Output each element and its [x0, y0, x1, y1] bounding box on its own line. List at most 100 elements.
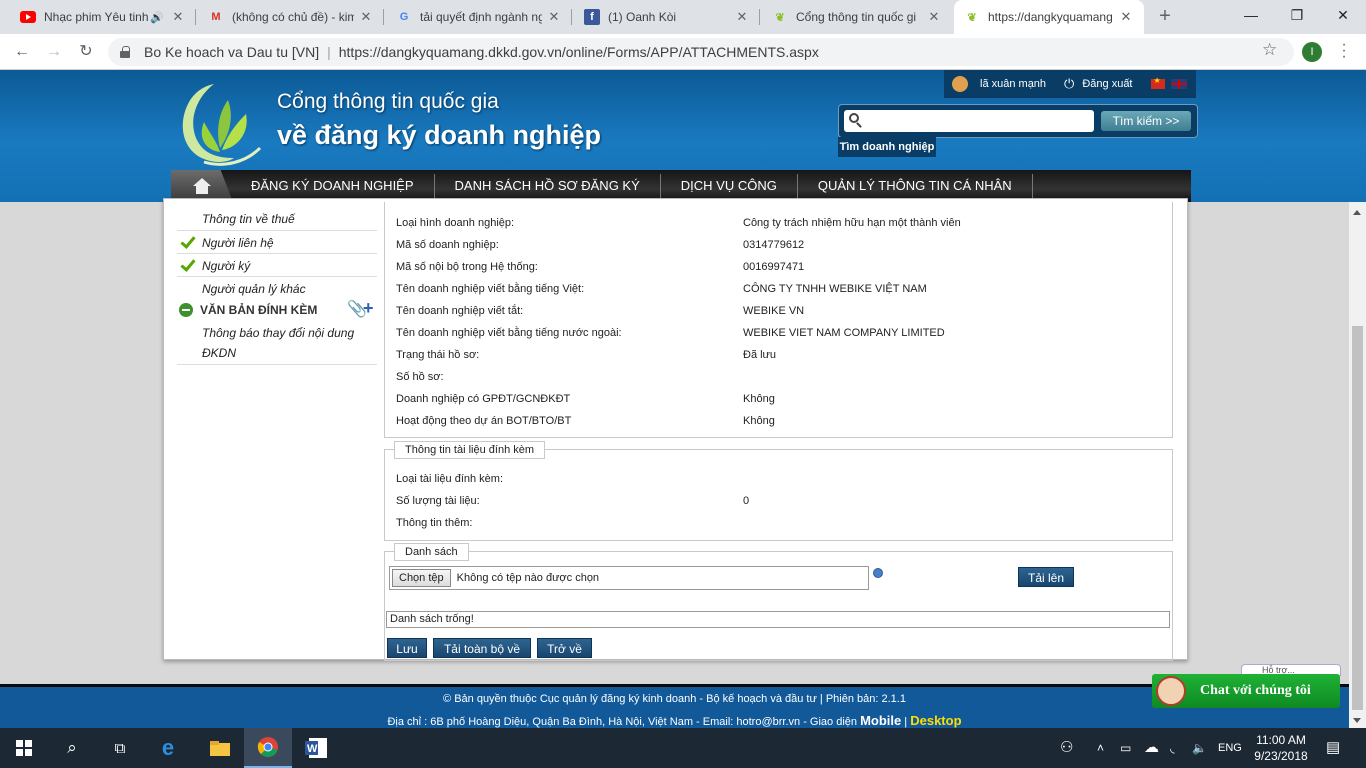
desktop-view-link[interactable]: Desktop [910, 713, 961, 728]
sidebar-section-attachments[interactable]: VĂN BẢN ĐÍNH KÈM [200, 303, 317, 317]
support-email-link[interactable]: hotro@brr.vn [736, 716, 800, 728]
close-tab-icon[interactable]: ✕ [734, 9, 750, 25]
browser-tab-gmail[interactable]: M (không có chủ đề) - kim ✕ [198, 0, 384, 34]
search-icon[interactable]: ⌕ [48, 728, 96, 768]
nav-business-registration[interactable]: ĐĂNG KÝ DOANH NGHIỆP [233, 176, 434, 196]
volume-icon[interactable]: 🔈 [1192, 728, 1207, 768]
mobile-view-link[interactable]: Mobile [860, 713, 901, 728]
company-field-value: WEBIKE VN [743, 305, 805, 317]
nav-public-services[interactable]: DỊCH VỤ CÔNG [661, 176, 797, 196]
start-button[interactable] [0, 728, 48, 768]
file-input[interactable]: Chọn tệp Không có tệp nào được chọn [389, 566, 869, 590]
site-header: Cổng thông tin quốc gia về đăng ký doanh… [0, 70, 1366, 202]
back-arrow-icon[interactable]: ← [10, 40, 34, 64]
brand-title-line2: về đăng ký doanh nghiệp [277, 120, 602, 150]
browser-tab-active[interactable]: ❦ https://dangkyquamang ✕ [954, 0, 1144, 34]
page-scrollbar[interactable] [1349, 202, 1366, 729]
close-tab-icon[interactable]: ✕ [546, 9, 562, 25]
sidebar-item-contact-person[interactable]: Người liên hệ [202, 236, 402, 250]
lock-icon[interactable] [120, 46, 130, 58]
notifications-icon[interactable]: ▤ [1326, 728, 1340, 768]
search-input[interactable] [844, 110, 1094, 132]
download-all-button[interactable]: Tải toàn bộ về [433, 638, 531, 658]
show-hidden-icons[interactable]: ˄ [1097, 728, 1104, 768]
windows-taskbar: ⌕ ⧉ e W ⚇ ˄ ▭ ☁ ◟ 🔈 ENG 11:00 AM 9/23/20… [0, 728, 1366, 768]
file-explorer-icon[interactable] [196, 728, 244, 768]
search-tab-find-enterprise[interactable]: Tìm doanh nghiệp [838, 137, 936, 157]
check-icon [181, 257, 193, 271]
sidebar-item-change-notice-cont[interactable]: ĐKDN [202, 346, 402, 360]
info-icon[interactable] [873, 568, 883, 578]
close-tab-icon[interactable]: ✕ [926, 9, 942, 25]
list-legend: Danh sách [394, 543, 469, 561]
attachment-count-value: 0 [743, 495, 750, 507]
wifi-icon[interactable]: ◟ [1170, 728, 1175, 768]
logout-link[interactable]: Đăng xuất [1082, 78, 1132, 90]
bookmark-star-icon[interactable]: ☆ [1262, 40, 1277, 60]
save-button[interactable]: Lưu [387, 638, 427, 658]
onedrive-icon[interactable]: ☁ [1144, 728, 1159, 768]
address-bar[interactable]: Bo Ke hoach va Dau tu [VN] | https://dan… [108, 38, 1294, 66]
address-text: Địa chỉ : 6B phố Hoàng Diệu, Quận Ba Đìn… [387, 716, 737, 728]
chrome-icon[interactable] [244, 728, 292, 768]
browser-tab-youtube[interactable]: Nhạc phim Yêu tinh 🔊 ✕ [10, 0, 196, 34]
restore-button[interactable]: ❐ [1274, 0, 1320, 32]
browser-menu-icon[interactable]: · · · [1336, 37, 1352, 65]
edge-icon[interactable]: e [144, 728, 192, 768]
collapse-icon[interactable] [179, 303, 193, 317]
profile-avatar[interactable]: I [1302, 42, 1322, 62]
scroll-up-icon[interactable] [1353, 210, 1361, 215]
company-field-value: Không [743, 415, 775, 427]
reload-icon[interactable]: ↻ [74, 40, 98, 64]
add-attachment-icon[interactable]: + [363, 298, 374, 319]
audio-playing-icon[interactable]: 🔊 [150, 11, 164, 24]
browser-tab-google[interactable]: G tải quyết định ngành ng ✕ [386, 0, 572, 34]
attachment-info-box [384, 449, 1173, 541]
site-footer: © Bản quyền thuộc Cục quản lý đăng ký ki… [0, 684, 1349, 729]
scroll-down-icon[interactable] [1353, 718, 1361, 723]
sidebar-item-change-notice[interactable]: Thông báo thay đổi nội dung [202, 326, 402, 340]
task-view-icon[interactable]: ⧉ [96, 728, 144, 768]
company-field-value: CÔNG TY TNHH WEBIKE VIỆT NAM [743, 283, 927, 295]
company-field-label: Tên doanh nghiệp viết tắt: [396, 305, 524, 317]
close-tab-icon[interactable]: ✕ [358, 9, 374, 25]
close-window-button[interactable]: ✕ [1320, 0, 1366, 32]
search-button[interactable]: Tìm kiếm >> [1101, 111, 1191, 131]
chat-button[interactable]: Chat với chúng tôi [1152, 674, 1340, 708]
forward-arrow-icon[interactable]: → [42, 40, 66, 64]
sidebar-item-signer[interactable]: Người ký [202, 259, 402, 273]
facebook-icon: f [584, 9, 600, 25]
sidebar-item-other-managers[interactable]: Người quản lý khác [202, 282, 402, 296]
minimize-button[interactable]: — [1228, 0, 1274, 32]
tab-title: Nhạc phim Yêu tinh [44, 10, 149, 24]
upload-button[interactable]: Tải lên [1018, 567, 1074, 587]
nav-personal-info[interactable]: QUẢN LÝ THÔNG TIN CÁ NHÂN [798, 176, 1032, 196]
url-text[interactable]: https://dangkyquamang.dkkd.gov.vn/online… [339, 44, 819, 60]
interface-label: - Giao diện [800, 716, 861, 728]
attachment-count-label: Số lượng tài liệu: [396, 495, 480, 507]
people-icon[interactable]: ⚇ [1060, 728, 1073, 768]
company-field-label: Mã số doanh nghiệp: [396, 239, 499, 251]
user-name-link[interactable]: lã xuân mạnh [980, 78, 1046, 90]
power-icon[interactable]: ⏻ [1064, 76, 1074, 92]
company-field-label: Mã số nội bộ trong Hệ thống: [396, 261, 538, 273]
home-icon [193, 178, 211, 194]
browser-tab-facebook[interactable]: f (1) Oanh Kòi ✕ [574, 0, 760, 34]
vietnam-flag-icon[interactable] [1150, 76, 1165, 89]
battery-icon[interactable]: ▭ [1120, 728, 1131, 768]
sidebar-item-tax-info[interactable]: Thông tin về thuế [202, 212, 402, 226]
scroll-thumb[interactable] [1352, 326, 1363, 710]
browser-tab-dkkd-portal[interactable]: ❦ Cổng thông tin quốc gi ✕ [762, 0, 952, 34]
system-clock[interactable]: 11:00 AM 9/23/2018 [1244, 732, 1318, 764]
close-tab-icon[interactable]: ✕ [1118, 9, 1134, 25]
language-indicator[interactable]: ENG [1218, 728, 1242, 768]
nav-application-list[interactable]: DANH SÁCH HỒ SƠ ĐĂNG KÝ [435, 176, 660, 196]
uk-flag-icon[interactable] [1170, 79, 1187, 89]
close-tab-icon[interactable]: ✕ [170, 9, 186, 25]
new-tab-button[interactable]: + [1153, 5, 1177, 29]
svg-text:W: W [307, 743, 318, 755]
back-button[interactable]: Trở về [537, 638, 592, 658]
word-icon[interactable]: W [292, 728, 340, 768]
portal-logo-icon[interactable] [174, 78, 268, 168]
choose-file-button[interactable]: Chọn tệp [392, 569, 451, 587]
